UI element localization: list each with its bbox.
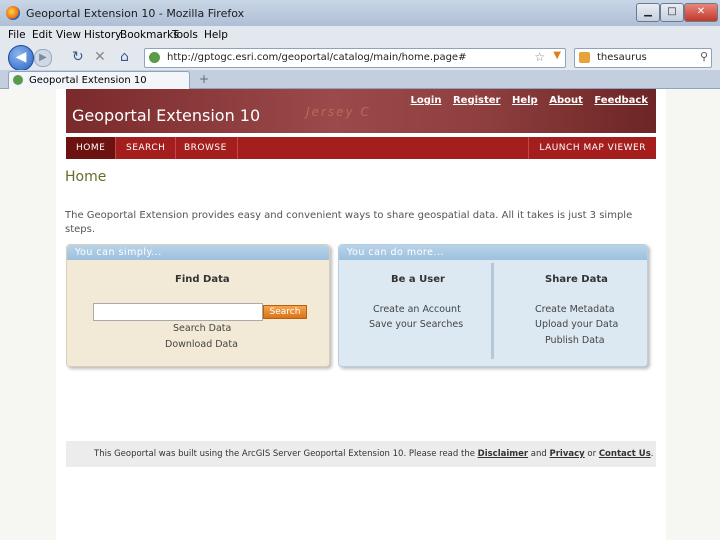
nav-browse[interactable]: BROWSE — [174, 137, 238, 159]
disclaimer-link[interactable]: Disclaimer — [478, 449, 528, 459]
create-account-link[interactable]: Create an Account — [373, 304, 461, 315]
create-metadata-link[interactable]: Create Metadata — [535, 304, 615, 315]
menu-edit[interactable]: Edit — [32, 29, 52, 41]
footer-end: . — [650, 449, 654, 459]
panel-divider — [491, 263, 494, 359]
do-more-panel: You can do more... Be a User Create an A… — [338, 244, 648, 367]
register-link[interactable]: Register — [453, 95, 501, 106]
menu-bar: File Edit View History Bookmarks Tools H… — [0, 26, 720, 44]
title-bar: Geoportal Extension 10 - Mozilla Firefox… — [0, 0, 720, 26]
browser-window: Geoportal Extension 10 - Mozilla Firefox… — [0, 0, 720, 540]
nav-launch-map-viewer[interactable]: LAUNCH MAP VIEWER — [528, 137, 656, 159]
site-footer: This Geoportal was built using the ArcGI… — [66, 441, 656, 467]
dropdown-icon[interactable]: ▼ — [553, 50, 561, 61]
nav-home[interactable]: HOME — [66, 137, 117, 159]
menu-bookmarks[interactable]: Bookmarks — [120, 29, 179, 41]
tab-strip: Geoportal Extension 10 + — [0, 70, 720, 89]
minimize-button[interactable]: ▁ — [636, 3, 660, 22]
help-link[interactable]: Help — [512, 95, 538, 106]
search-engine-icon[interactable] — [579, 52, 590, 63]
search-box[interactable]: thesaurus ⚲ — [574, 48, 712, 68]
reload-icon[interactable]: ↻ — [72, 49, 84, 65]
footer-or: or — [587, 449, 597, 459]
feedback-link[interactable]: Feedback — [594, 95, 648, 106]
tab-label: Geoportal Extension 10 — [29, 75, 147, 86]
nav-search[interactable]: SEARCH — [116, 137, 177, 159]
be-a-user-title: Be a User — [391, 274, 445, 285]
menu-history[interactable]: History — [84, 29, 121, 41]
footer-text: This Geoportal was built using the ArcGI… — [94, 449, 653, 459]
search-button[interactable]: Search — [263, 305, 307, 319]
firefox-icon — [6, 6, 20, 20]
address-bar[interactable]: http://gptogc.esri.com/geoportal/catalog… — [144, 48, 566, 68]
stop-icon[interactable]: ✕ — [94, 49, 106, 65]
contact-us-link[interactable]: Contact Us — [599, 449, 651, 459]
tab-geoportal[interactable]: Geoportal Extension 10 — [8, 71, 190, 89]
save-searches-link[interactable]: Save your Searches — [369, 319, 463, 330]
window-title: Geoportal Extension 10 - Mozilla Firefox — [26, 7, 245, 20]
navigation-toolbar: ◀ ▶ ↻ ✕ ⌂ http://gptogc.esri.com/geoport… — [0, 44, 720, 71]
footer-text-start: This Geoportal was built using the ArcGI… — [94, 449, 475, 459]
forward-button[interactable]: ▶ — [34, 49, 52, 67]
menu-view[interactable]: View — [56, 29, 81, 41]
search-icon[interactable]: ⚲ — [700, 50, 708, 63]
search-data-link[interactable]: Search Data — [173, 323, 231, 334]
menu-file[interactable]: File — [8, 29, 26, 41]
search-box-value[interactable]: thesaurus — [597, 52, 647, 63]
site-banner: Jersey C Geoportal Extension 10 Login Re… — [66, 89, 656, 133]
panel-header: You can simply... — [67, 245, 329, 260]
main-navigation: HOME SEARCH BROWSE LAUNCH MAP VIEWER — [66, 137, 656, 159]
login-link[interactable]: Login — [411, 95, 442, 106]
back-button[interactable]: ◀ — [8, 45, 34, 71]
close-button[interactable]: ✕ — [684, 3, 718, 22]
page-viewport: Jersey C Geoportal Extension 10 Login Re… — [0, 89, 720, 540]
url-text[interactable]: http://gptogc.esri.com/geoportal/catalog… — [167, 52, 466, 63]
search-input[interactable] — [93, 303, 263, 321]
intro-text: The Geoportal Extension provides easy an… — [65, 210, 633, 235]
menu-tools[interactable]: Tools — [172, 29, 198, 41]
page-heading: Home — [65, 169, 107, 185]
about-link[interactable]: About — [549, 95, 583, 106]
footer-and: and — [530, 449, 547, 459]
bookmark-star-icon[interactable]: ☆ — [534, 50, 545, 64]
share-data-title: Share Data — [545, 274, 608, 285]
find-data-panel: You can simply... Find Data Search Searc… — [66, 244, 330, 367]
maximize-button[interactable]: □ — [660, 3, 684, 22]
site-identity-icon[interactable] — [149, 52, 160, 63]
upload-data-link[interactable]: Upload your Data — [535, 319, 618, 330]
new-tab-button[interactable]: + — [194, 72, 214, 86]
download-data-link[interactable]: Download Data — [165, 339, 238, 350]
site-title: Geoportal Extension 10 — [72, 106, 261, 125]
tab-favicon-icon — [13, 75, 23, 85]
banner-map-text: Jersey C — [306, 105, 371, 119]
top-links: Login Register Help About Feedback — [403, 95, 648, 106]
privacy-link[interactable]: Privacy — [550, 449, 585, 459]
geoportal-page: Jersey C Geoportal Extension 10 Login Re… — [56, 89, 666, 540]
home-icon[interactable]: ⌂ — [120, 49, 129, 65]
menu-help[interactable]: Help — [204, 29, 228, 41]
panel-header: You can do more... — [339, 245, 647, 260]
find-data-title: Find Data — [175, 274, 230, 285]
publish-data-link[interactable]: Publish Data — [545, 335, 605, 346]
